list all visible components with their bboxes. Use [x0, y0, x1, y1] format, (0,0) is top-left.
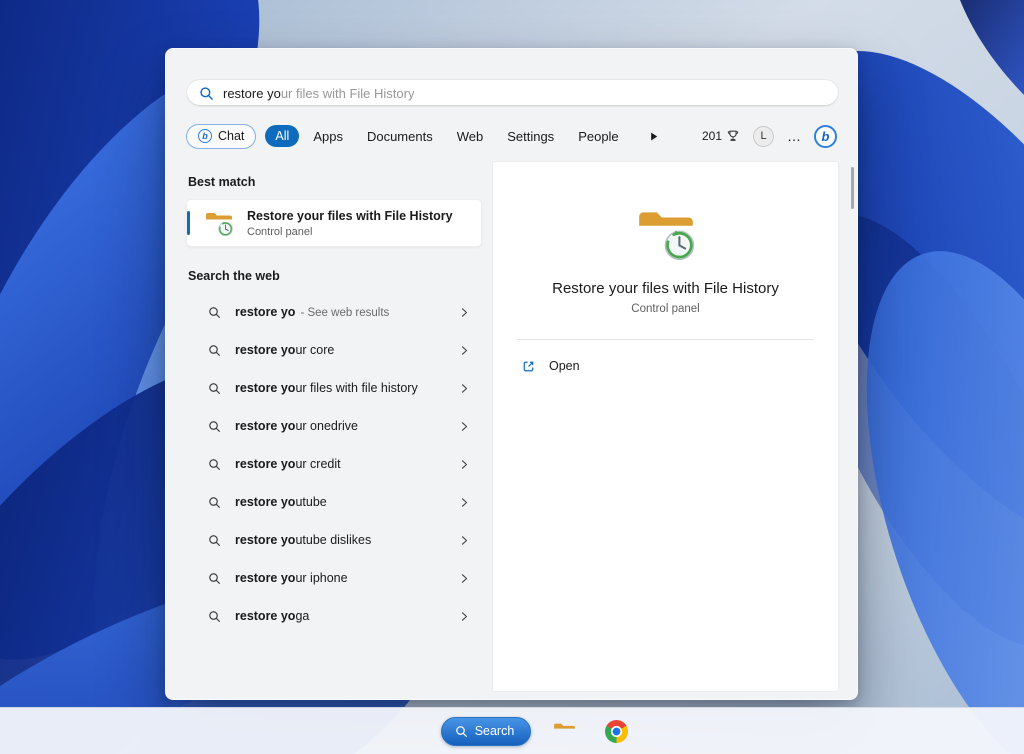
rewards-button[interactable]: 201	[702, 129, 740, 143]
chrome-button[interactable]	[597, 712, 635, 750]
tabs-right-cluster: 201 L …	[702, 124, 837, 148]
search-icon	[208, 306, 221, 319]
chrome-icon	[604, 719, 628, 743]
taskbar-search-button[interactable]: Search	[440, 716, 532, 746]
best-match-subtitle: Control panel	[247, 225, 313, 238]
search-web-header: Search the web	[188, 269, 280, 283]
open-external-icon	[521, 359, 536, 374]
best-match-text: Restore your files with File History Con…	[247, 209, 453, 238]
desktop: restore your files with File History Cha…	[0, 0, 1024, 754]
scrollbar[interactable]	[851, 167, 854, 209]
taskbar: Search	[0, 707, 1024, 754]
tab-apps[interactable]: Apps	[303, 125, 353, 148]
start-button[interactable]	[389, 712, 427, 750]
web-suggestion[interactable]: restore your files with file history	[186, 369, 482, 407]
taskbar-search-label: Search	[474, 724, 515, 738]
more-filters-icon[interactable]	[646, 129, 661, 144]
chevron-right-icon[interactable]	[458, 534, 471, 547]
bing-icon	[198, 129, 212, 143]
best-match-header: Best match	[188, 175, 256, 189]
search-input[interactable]: restore your files with File History	[186, 79, 839, 107]
chevron-right-icon[interactable]	[458, 610, 471, 623]
search-icon	[208, 610, 221, 623]
preview-panel: Restore your files with File History Con…	[492, 161, 839, 692]
preview-subtitle: Control panel	[631, 303, 700, 315]
chevron-right-icon[interactable]	[458, 306, 471, 319]
web-suggestion[interactable]: restore youtube	[186, 483, 482, 521]
folder-icon	[552, 719, 577, 744]
suggestion-text: restore your credit	[235, 457, 341, 471]
bing-chat-icon[interactable]	[814, 124, 837, 148]
chevron-right-icon[interactable]	[458, 344, 471, 357]
rewards-points: 201	[701, 129, 722, 143]
search-suggestion-text: ur files with File History	[280, 85, 415, 101]
suggestion-text: restore youtube dislikes	[235, 533, 372, 547]
best-match-title: Restore your files with File History	[247, 208, 453, 223]
best-match-result[interactable]: Restore your files with File History Con…	[186, 199, 482, 247]
suggestion-text: restore yoga	[235, 609, 310, 623]
tab-settings[interactable]: Settings	[497, 125, 564, 148]
rewards-trophy-icon	[726, 129, 740, 143]
web-suggestion[interactable]: restore your credit	[186, 445, 482, 483]
open-action[interactable]: Open	[505, 346, 826, 386]
search-icon	[208, 382, 221, 395]
results-column: Best match Restore your files with File …	[186, 167, 482, 635]
search-icon	[455, 725, 468, 738]
chevron-right-icon[interactable]	[458, 496, 471, 509]
tab-chat-label: Chat	[218, 129, 245, 143]
tab-web[interactable]: Web	[447, 125, 494, 148]
windows-logo-icon	[397, 721, 418, 742]
search-icon	[208, 496, 221, 509]
selection-accent	[187, 211, 190, 235]
account-avatar[interactable]: L	[753, 125, 774, 147]
search-icon	[208, 344, 221, 357]
chevron-right-icon[interactable]	[458, 420, 471, 433]
web-suggestion[interactable]: restore yoga	[186, 597, 482, 635]
web-suggestion[interactable]: restore your iphone	[186, 559, 482, 597]
web-suggestion[interactable]: restore yo - See web results	[186, 293, 482, 331]
web-suggestion[interactable]: restore your onedrive	[186, 407, 482, 445]
tab-all[interactable]: All	[265, 125, 300, 147]
search-typed-text: restore yo	[223, 85, 281, 101]
suggestion-text: restore your iphone	[235, 571, 348, 585]
tab-documents[interactable]: Documents	[357, 125, 443, 148]
web-suggestion[interactable]: restore your core	[186, 331, 482, 369]
divider	[517, 339, 814, 340]
file-explorer-button[interactable]	[545, 712, 583, 750]
tab-people[interactable]: People	[568, 125, 628, 148]
search-icon	[208, 572, 221, 585]
tab-chat[interactable]: Chat	[186, 123, 257, 149]
suggestion-text: restore yo - See web results	[235, 305, 390, 319]
chevron-right-icon[interactable]	[458, 458, 471, 471]
search-icon	[208, 458, 221, 471]
filter-tabs: Chat All Apps Documents Web Settings Peo…	[186, 121, 837, 151]
search-flyout-panel: restore your files with File History Cha…	[165, 48, 858, 700]
suggestion-text: restore youtube	[235, 495, 327, 509]
search-icon	[208, 420, 221, 433]
search-query: restore your files with File History	[223, 86, 414, 101]
web-suggestions: restore yo - See web results restore your…	[186, 293, 482, 635]
file-history-icon	[203, 207, 235, 239]
suggestion-text: restore your files with file history	[235, 381, 418, 395]
open-label: Open	[549, 359, 580, 373]
more-options-button[interactable]: …	[787, 128, 801, 144]
web-suggestion[interactable]: restore youtube dislikes	[186, 521, 482, 559]
chevron-right-icon[interactable]	[458, 382, 471, 395]
chevron-right-icon[interactable]	[458, 572, 471, 585]
search-icon	[199, 86, 214, 101]
file-history-icon	[633, 200, 699, 266]
search-icon	[208, 534, 221, 547]
suggestion-text: restore your onedrive	[235, 419, 358, 433]
preview-title: Restore your files with File History	[552, 280, 779, 297]
suggestion-text: restore your core	[235, 343, 335, 357]
